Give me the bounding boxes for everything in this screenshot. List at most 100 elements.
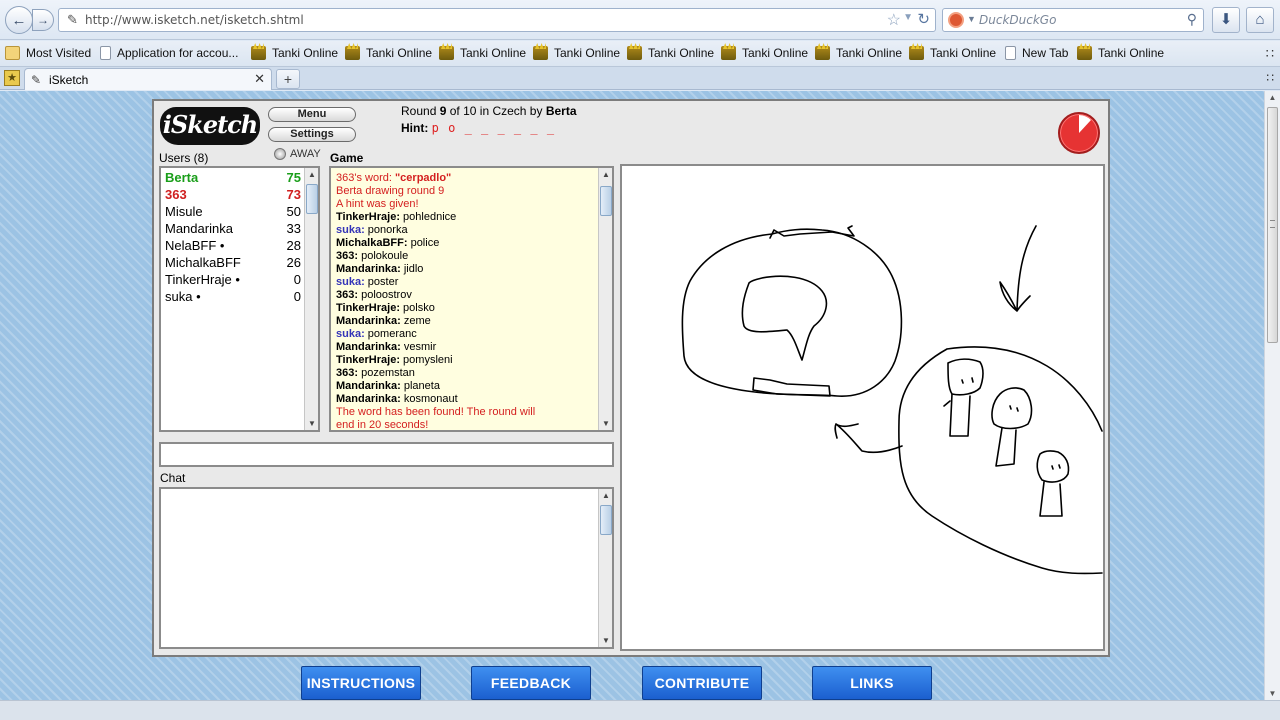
user-row[interactable]: Berta 75 [165, 170, 301, 187]
tab-list-icon[interactable]: ∷ [1266, 71, 1274, 85]
guess-author: Mandarinka: [336, 263, 401, 275]
duckduckgo-icon[interactable] [948, 12, 964, 28]
right-blob-outline [898, 346, 1103, 575]
revealed-word: "cerpadlo" [394, 172, 452, 184]
feedback-button[interactable]: FEEDBACK [471, 666, 591, 700]
user-row[interactable]: suka • 0 [165, 289, 301, 306]
guess-author: Mandarinka: [336, 341, 401, 353]
user-row[interactable]: Misule 50 [165, 204, 301, 221]
user-name: Misule [165, 204, 203, 219]
scroll-up-icon[interactable]: ▲ [305, 170, 319, 179]
user-name: NelaBFF • [165, 238, 225, 253]
menu-button[interactable]: Menu [268, 107, 356, 122]
reload-icon[interactable]: ↻ [917, 10, 930, 28]
chevron-down-icon[interactable]: ▼ [967, 14, 976, 24]
users-header: Users (8) [159, 151, 209, 165]
bookmark-label: Tanki Online [460, 46, 527, 60]
game-frame: iSketch Menu Settings Round 9 of 10 in C… [152, 99, 1110, 657]
figure-three-eyes [1051, 464, 1061, 470]
user-row[interactable]: NelaBFF • 28 [165, 238, 301, 255]
user-row[interactable]: TinkerHraje • 0 [165, 272, 301, 289]
user-row[interactable]: Mandarinka 33 [165, 221, 301, 238]
bookmark-most-visited[interactable]: Most Visited [5, 46, 91, 60]
bookmark-item[interactable]: Tanki Online [815, 46, 902, 60]
log-line: end in 20 seconds! [336, 419, 429, 431]
log-scrollbar[interactable]: ▲ ▼ [598, 168, 612, 430]
tanki-icon [721, 46, 736, 60]
bookmark-item[interactable]: Application for accou... [100, 46, 238, 60]
scrollbar-thumb[interactable] [306, 184, 318, 214]
bookmark-item[interactable]: Tanki Online [721, 46, 808, 60]
star-icon[interactable]: ★ [4, 70, 20, 86]
figure-one-head [947, 358, 984, 396]
forward-button[interactable]: → [32, 9, 54, 31]
scrollbar-thumb[interactable] [600, 505, 612, 535]
scrollbar-thumb[interactable] [1267, 107, 1278, 343]
scroll-up-icon[interactable]: ▲ [599, 170, 612, 179]
star-icon[interactable]: ☆ [887, 10, 901, 30]
guess-author: 363: [336, 250, 359, 262]
tanki-icon [345, 46, 360, 60]
bookmark-item[interactable]: Tanki Online [533, 46, 620, 60]
new-tab-button[interactable]: + [276, 69, 300, 89]
users-scrollbar[interactable]: ▲ ▼ [304, 168, 318, 430]
figure-one-eyes [961, 377, 974, 384]
url-text[interactable]: http://www.isketch.net/isketch.shtml [85, 13, 304, 27]
scroll-up-icon[interactable]: ▲ [1265, 93, 1280, 102]
bookmark-label: Tanki Online [742, 46, 809, 60]
url-bar[interactable]: ✎ http://www.isketch.net/isketch.shtml ☆… [58, 8, 936, 32]
drawing-canvas[interactable] [620, 164, 1105, 651]
search-input[interactable]: DuckDuckGo [979, 13, 1056, 27]
guess-input[interactable] [161, 444, 612, 465]
tab-isketch[interactable]: ✎ iSketch ✕ [24, 68, 272, 90]
navigation-toolbar: ← → ✎ http://www.isketch.net/isketch.sht… [0, 0, 1280, 40]
guess-text: poloostrov [358, 289, 412, 301]
download-icon: ⬇ [1219, 11, 1233, 28]
log-line: 363: polokoule [336, 250, 408, 263]
bookmark-item[interactable]: Tanki Online [345, 46, 432, 60]
links-button[interactable]: LINKS [812, 666, 932, 700]
contribute-button[interactable]: CONTRIBUTE [642, 666, 762, 700]
log-line: 363's word: "cerpadlo" [336, 172, 451, 185]
home-button[interactable]: ⌂ [1246, 7, 1274, 33]
search-icon[interactable]: ⚲ [1187, 11, 1197, 28]
download-button[interactable]: ⬇ [1212, 7, 1240, 33]
scrollbar-thumb[interactable] [600, 186, 612, 216]
scroll-down-icon[interactable]: ▼ [305, 419, 319, 428]
close-icon[interactable]: ✕ [254, 71, 265, 87]
bookmark-item[interactable]: Tanki Online [1077, 46, 1164, 60]
user-row[interactable]: MichalkaBFF 26 [165, 255, 301, 272]
search-bar[interactable]: ▼ DuckDuckGo ⚲ [942, 8, 1204, 32]
chat-scrollbar[interactable]: ▲ ▼ [598, 489, 612, 647]
scroll-up-icon[interactable]: ▲ [599, 491, 613, 500]
bookmark-item[interactable]: Tanki Online [439, 46, 526, 60]
figure-two-body [995, 427, 1017, 467]
bookmark-item[interactable]: Tanki Online [909, 46, 996, 60]
home-icon: ⌂ [1255, 11, 1265, 28]
settings-button[interactable]: Settings [268, 127, 356, 142]
instructions-button[interactable]: INSTRUCTIONS [301, 666, 421, 700]
bookmark-item[interactable]: Tanki Online [627, 46, 714, 60]
user-score: 33 [286, 221, 301, 236]
scroll-down-icon[interactable]: ▼ [1265, 689, 1280, 698]
scroll-down-icon[interactable]: ▼ [599, 636, 613, 645]
tanki-icon [533, 46, 548, 60]
bookmarks-toolbar: Most Visited Application for accou... Ta… [0, 41, 1280, 67]
bookmark-item[interactable]: New Tab [1005, 46, 1068, 60]
page-scrollbar[interactable]: ▲ ▼ [1264, 91, 1280, 700]
bookmark-item[interactable]: Tanki Online [251, 46, 338, 60]
guess-field[interactable] [159, 442, 614, 467]
page-icon [100, 46, 111, 60]
user-row[interactable]: 363 73 [165, 187, 301, 204]
bookmark-label: New Tab [1022, 46, 1069, 60]
more-bookmarks-icon[interactable]: ∷ [1266, 46, 1274, 62]
log-line: Berta drawing round 9 [336, 185, 445, 197]
log-line: suka: ponorka [336, 224, 408, 237]
chevron-down-icon[interactable]: ▼ [903, 12, 913, 23]
guess-text: polsko [400, 302, 435, 314]
user-score: 0 [293, 272, 301, 287]
back-button[interactable]: ← [5, 6, 33, 34]
plus-icon: + [283, 71, 293, 87]
away-toggle[interactable]: AWAY [274, 148, 321, 160]
scroll-down-icon[interactable]: ▼ [599, 419, 612, 428]
